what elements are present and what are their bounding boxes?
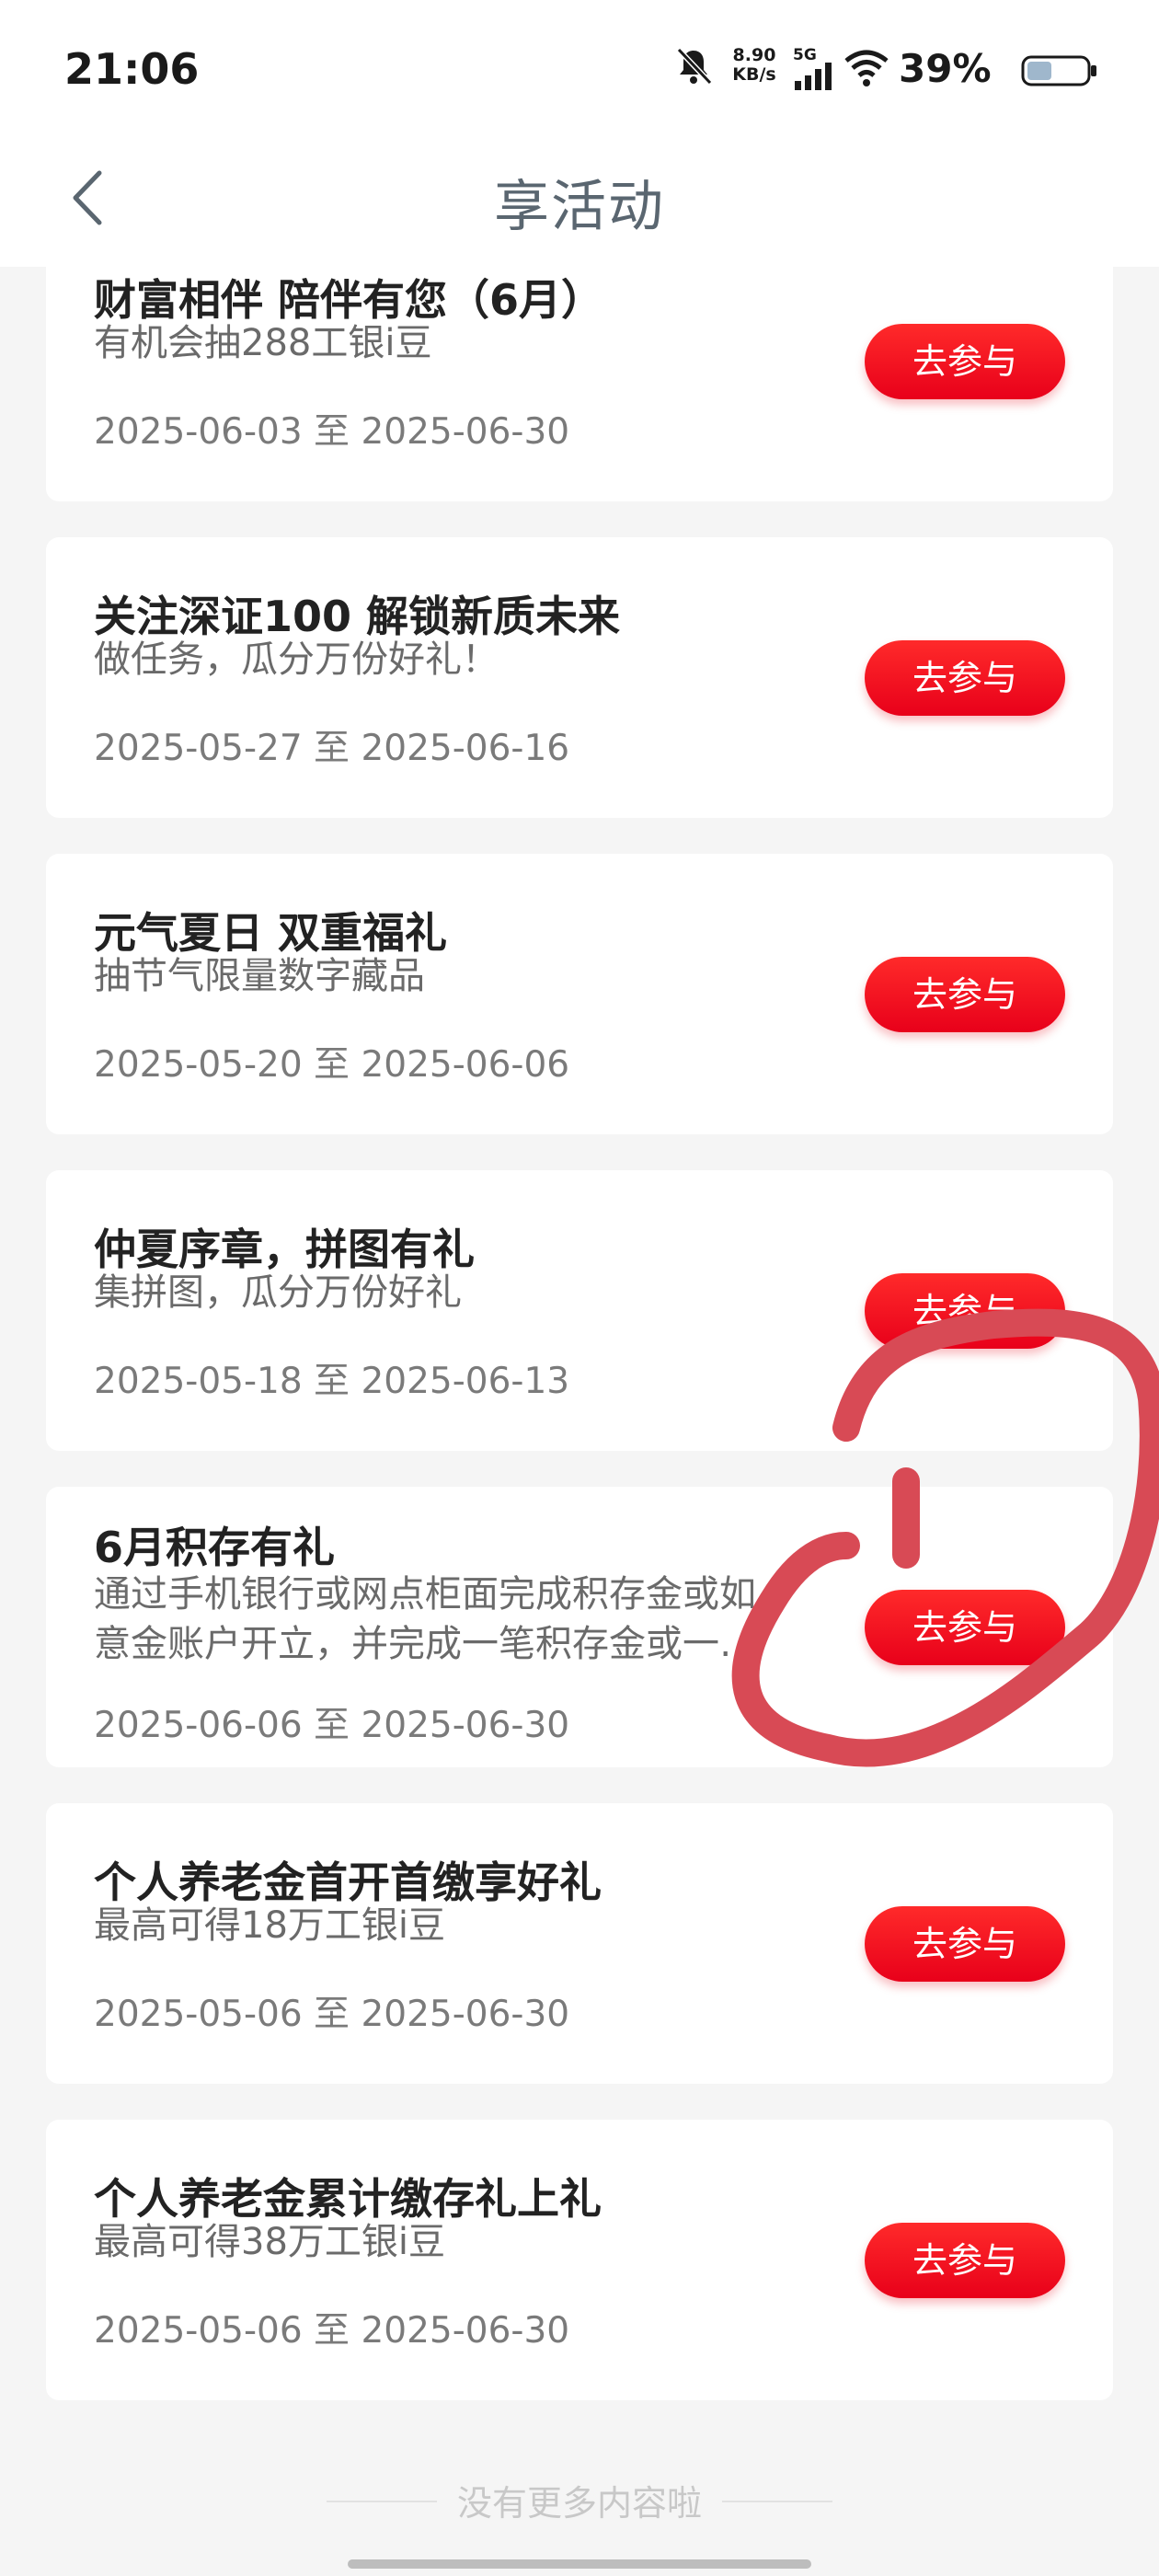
activity-desc: 做任务，瓜分万份好礼！ <box>94 638 499 681</box>
status-time: 21:06 <box>64 44 200 94</box>
signal-icon <box>795 63 832 90</box>
activity-date: 2025-05-27 至 2025-06-16 <box>94 728 570 769</box>
activity-date: 2025-05-06 至 2025-06-30 <box>94 1994 570 2035</box>
activity-card[interactable]: 6月积存有礼 通过手机银行或网点柜面完成积存金或如 意金账户开立，并完成一笔积存… <box>46 1487 1113 1767</box>
divider-right <box>722 2501 832 2502</box>
network-speed-unit: KB/s <box>732 64 776 85</box>
activity-card[interactable]: 个人养老金首开首缴享好礼 最高可得18万工银i豆 2025-05-06 至 20… <box>46 1803 1113 2084</box>
nav-bar: 享活动 <box>0 138 1159 267</box>
activity-desc: 通过手机银行或网点柜面完成积存金或如 意金账户开立，并完成一笔积存金或一… <box>94 1573 756 1665</box>
join-button[interactable]: 去参与 <box>865 2223 1065 2298</box>
join-button[interactable]: 去参与 <box>865 640 1065 716</box>
activity-title: 6月积存有礼 <box>94 1523 336 1572</box>
activity-desc: 最高可得38万工银i豆 <box>94 2221 446 2263</box>
battery-percent: 39% <box>899 46 992 91</box>
activity-list: 财富相伴 陪伴有您（6月） 有机会抽288工银i豆 2025-06-03 至 2… <box>0 0 1159 2576</box>
home-indicator[interactable] <box>348 2559 811 2569</box>
activity-card[interactable]: 个人养老金累计缴存礼上礼 最高可得38万工银i豆 2025-05-06 至 20… <box>46 2120 1113 2400</box>
activity-card[interactable]: 关注深证100 解锁新质未来 做任务，瓜分万份好礼！ 2025-05-27 至 … <box>46 537 1113 818</box>
activity-date: 2025-05-18 至 2025-06-13 <box>94 1361 570 1402</box>
status-bar: 21:06 8.90 KB/s 5G 39% <box>0 0 1159 138</box>
join-button[interactable]: 去参与 <box>865 1590 1065 1665</box>
activity-date: 2025-06-06 至 2025-06-30 <box>94 1705 570 1746</box>
battery-icon <box>1021 55 1096 86</box>
page-title: 享活动 <box>494 175 665 239</box>
activity-date: 2025-05-06 至 2025-06-30 <box>94 2310 570 2352</box>
activity-desc: 有机会抽288工银i豆 <box>94 322 432 364</box>
bell-muted-icon <box>676 47 713 86</box>
network-speed-value: 8.90 <box>732 45 776 65</box>
join-button[interactable]: 去参与 <box>865 957 1065 1032</box>
wifi-icon <box>844 50 889 86</box>
join-button[interactable]: 去参与 <box>865 1273 1065 1349</box>
join-button[interactable]: 去参与 <box>865 324 1065 399</box>
activity-desc: 集拼图，瓜分万份好礼 <box>94 1271 462 1314</box>
activity-card[interactable]: 仲夏序章，拼图有礼 集拼图，瓜分万份好礼 2025-05-18 至 2025-0… <box>46 1170 1113 1451</box>
network-speed: 8.90 KB/s <box>727 46 782 85</box>
activity-desc: 最高可得18万工银i豆 <box>94 1904 446 1947</box>
activity-date: 2025-06-03 至 2025-06-30 <box>94 411 570 453</box>
network-type: 5G <box>793 46 817 64</box>
activity-card[interactable]: 元气夏日 双重福礼 抽节气限量数字藏品 2025-05-20 至 2025-06… <box>46 854 1113 1134</box>
no-more-content-text: 没有更多内容啦 <box>456 2483 702 2524</box>
join-button[interactable]: 去参与 <box>865 1906 1065 1982</box>
list-end-footer: 没有更多内容啦 <box>0 2475 1159 2530</box>
activity-desc: 抽节气限量数字藏品 <box>94 955 425 997</box>
activity-date: 2025-05-20 至 2025-06-06 <box>94 1044 570 1086</box>
